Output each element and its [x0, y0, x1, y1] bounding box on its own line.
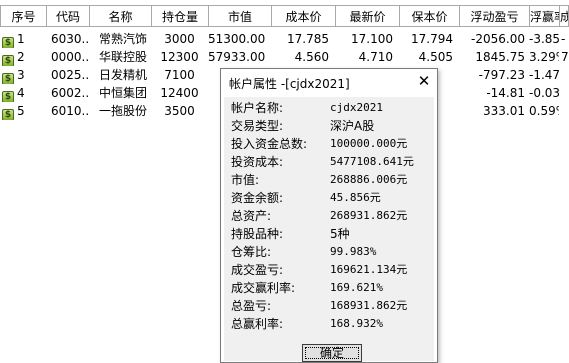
field-label: 投入资金总数: — [231, 137, 308, 151]
field-value: 99.983% — [330, 245, 377, 258]
row-cost-price: 4.560 — [294, 50, 329, 64]
row-code: 6010... — [51, 104, 89, 118]
row-profit-rate: 0.59% — [529, 104, 559, 118]
field-value: 45.856元 — [330, 191, 381, 204]
table-row[interactable]: 1 6030... 常熟汽饰 3000 51300.00 17.785 17.1… — [0, 30, 569, 48]
header-code[interactable]: 代码 — [46, 5, 90, 27]
stock-icon — [2, 55, 14, 66]
close-icon[interactable]: ✕ — [415, 72, 433, 90]
row-cost-price: 17.785 — [287, 32, 329, 46]
row-last-price: 4.710 — [358, 50, 393, 64]
field-label: 总赢利率: — [231, 317, 284, 331]
field-label: 交易类型: — [231, 119, 284, 133]
field-value: 168.932% — [330, 317, 383, 330]
field-label: 仓筹比: — [231, 245, 272, 259]
row-qty: 12400 — [160, 86, 199, 100]
row-code: 6002... — [51, 86, 89, 100]
field-value: 深沪A股 — [330, 119, 375, 133]
ok-button[interactable]: 确定 — [302, 344, 362, 362]
row-seq: 3 — [17, 68, 25, 82]
header-last-price[interactable]: 最新价 — [335, 5, 400, 27]
header-name[interactable]: 名称 — [89, 5, 152, 27]
field-label: 总盈亏: — [231, 299, 272, 313]
row-seq: 1 — [17, 32, 25, 46]
row-breakeven: 17.794 — [411, 32, 453, 46]
row-floating-pnl: 1845.75 — [475, 50, 525, 64]
row-floating-pnl: 333.01 — [483, 104, 525, 118]
dialog-body: 帐户名称: cjdx2021 交易类型: 深沪A股 投入资金总数: 100000.00… — [224, 97, 434, 362]
field-value: 268931.862元 — [330, 209, 408, 222]
field-label: 成交盈亏: — [231, 263, 284, 277]
table-row[interactable]: 2 0000... 华联控股 12300 57933.00 4.560 4.71… — [0, 48, 569, 66]
field-value: 5种 — [330, 227, 350, 241]
row-code: 0000... — [51, 50, 89, 64]
row-qty: 3500 — [164, 104, 195, 118]
row-market-value: 57933.00 — [208, 50, 266, 64]
field-label: 资金余额: — [231, 191, 284, 205]
stock-icon — [2, 91, 14, 102]
stock-icon — [2, 73, 14, 84]
field-value: 169621.134元 — [330, 263, 408, 276]
row-code: 0025... — [51, 68, 89, 82]
row-profit-rate: -1.47% — [529, 68, 559, 82]
header-profit-rate[interactable]: 浮赢率 — [529, 5, 560, 27]
row-name: 华联控股 — [98, 50, 147, 64]
stock-icon — [2, 37, 14, 48]
row-name: 日发精机 — [98, 68, 147, 82]
field-value: 169.621% — [330, 281, 383, 294]
row-profit-rate: -0.03% — [529, 86, 559, 100]
row-code: 6030... — [51, 32, 89, 46]
row-seq: 4 — [17, 86, 25, 100]
header-seq[interactable]: 序号 — [0, 5, 47, 27]
row-floating-pnl: -2056.00 — [471, 32, 525, 46]
grid-header: 序号 代码 名称 持仓量 市值 成本价 最新价 保本价 浮动盈亏 浮赢率 成 — [0, 5, 569, 29]
row-qty: 7100 — [164, 68, 195, 82]
row-qty: 12300 — [160, 50, 199, 64]
header-floating-pnl[interactable]: 浮动盈亏 — [459, 5, 530, 27]
row-profit-rate: 3.29% — [529, 50, 559, 64]
field-label: 投资成本: — [231, 155, 284, 169]
account-properties-dialog: 帐户属性 -[cjdx2021] ✕ 帐户名称: cjdx2021 交易类型: 深沪… — [220, 68, 438, 363]
field-label: 市值: — [231, 173, 260, 187]
field-value: 100000.000元 — [330, 137, 408, 150]
row-last-price: 17.100 — [351, 32, 393, 46]
row-seq: 2 — [17, 50, 25, 64]
row-floating-pnl: -797.23 — [478, 68, 525, 82]
row-name: 常熟汽饰 — [98, 32, 147, 46]
stock-icon — [2, 109, 14, 120]
field-value: 168931.862元 — [330, 299, 408, 312]
row-name: 中恒集团 — [98, 86, 147, 100]
field-value: 5477108.641元 — [330, 155, 414, 168]
field-label: 帐户名称: — [231, 101, 284, 115]
row-qty: 3000 — [164, 32, 195, 46]
row-breakeven: 4.505 — [418, 50, 453, 64]
row-extra: 7 — [561, 50, 569, 64]
field-value: 268886.006元 — [330, 173, 408, 186]
row-profit-rate: -3.85% — [529, 32, 559, 46]
field-label: 持股品种: — [231, 227, 284, 241]
row-floating-pnl: -14.81 — [486, 86, 525, 100]
header-extra[interactable]: 成 — [559, 5, 569, 27]
header-cost-price[interactable]: 成本价 — [271, 5, 336, 27]
field-label: 成交赢利率: — [231, 281, 296, 295]
field-label: 总资产: — [231, 209, 272, 223]
row-seq: 5 — [17, 104, 25, 118]
header-breakeven[interactable]: 保本价 — [399, 5, 460, 27]
dialog-title: 帐户属性 -[cjdx2021] — [229, 77, 350, 91]
row-market-value: 51300.00 — [208, 32, 266, 46]
header-market-value[interactable]: 市值 — [208, 5, 272, 27]
row-name: 一拖股份 — [98, 104, 147, 118]
field-value: cjdx2021 — [330, 101, 383, 114]
row-extra: - — [561, 32, 566, 46]
header-qty[interactable]: 持仓量 — [151, 5, 209, 27]
